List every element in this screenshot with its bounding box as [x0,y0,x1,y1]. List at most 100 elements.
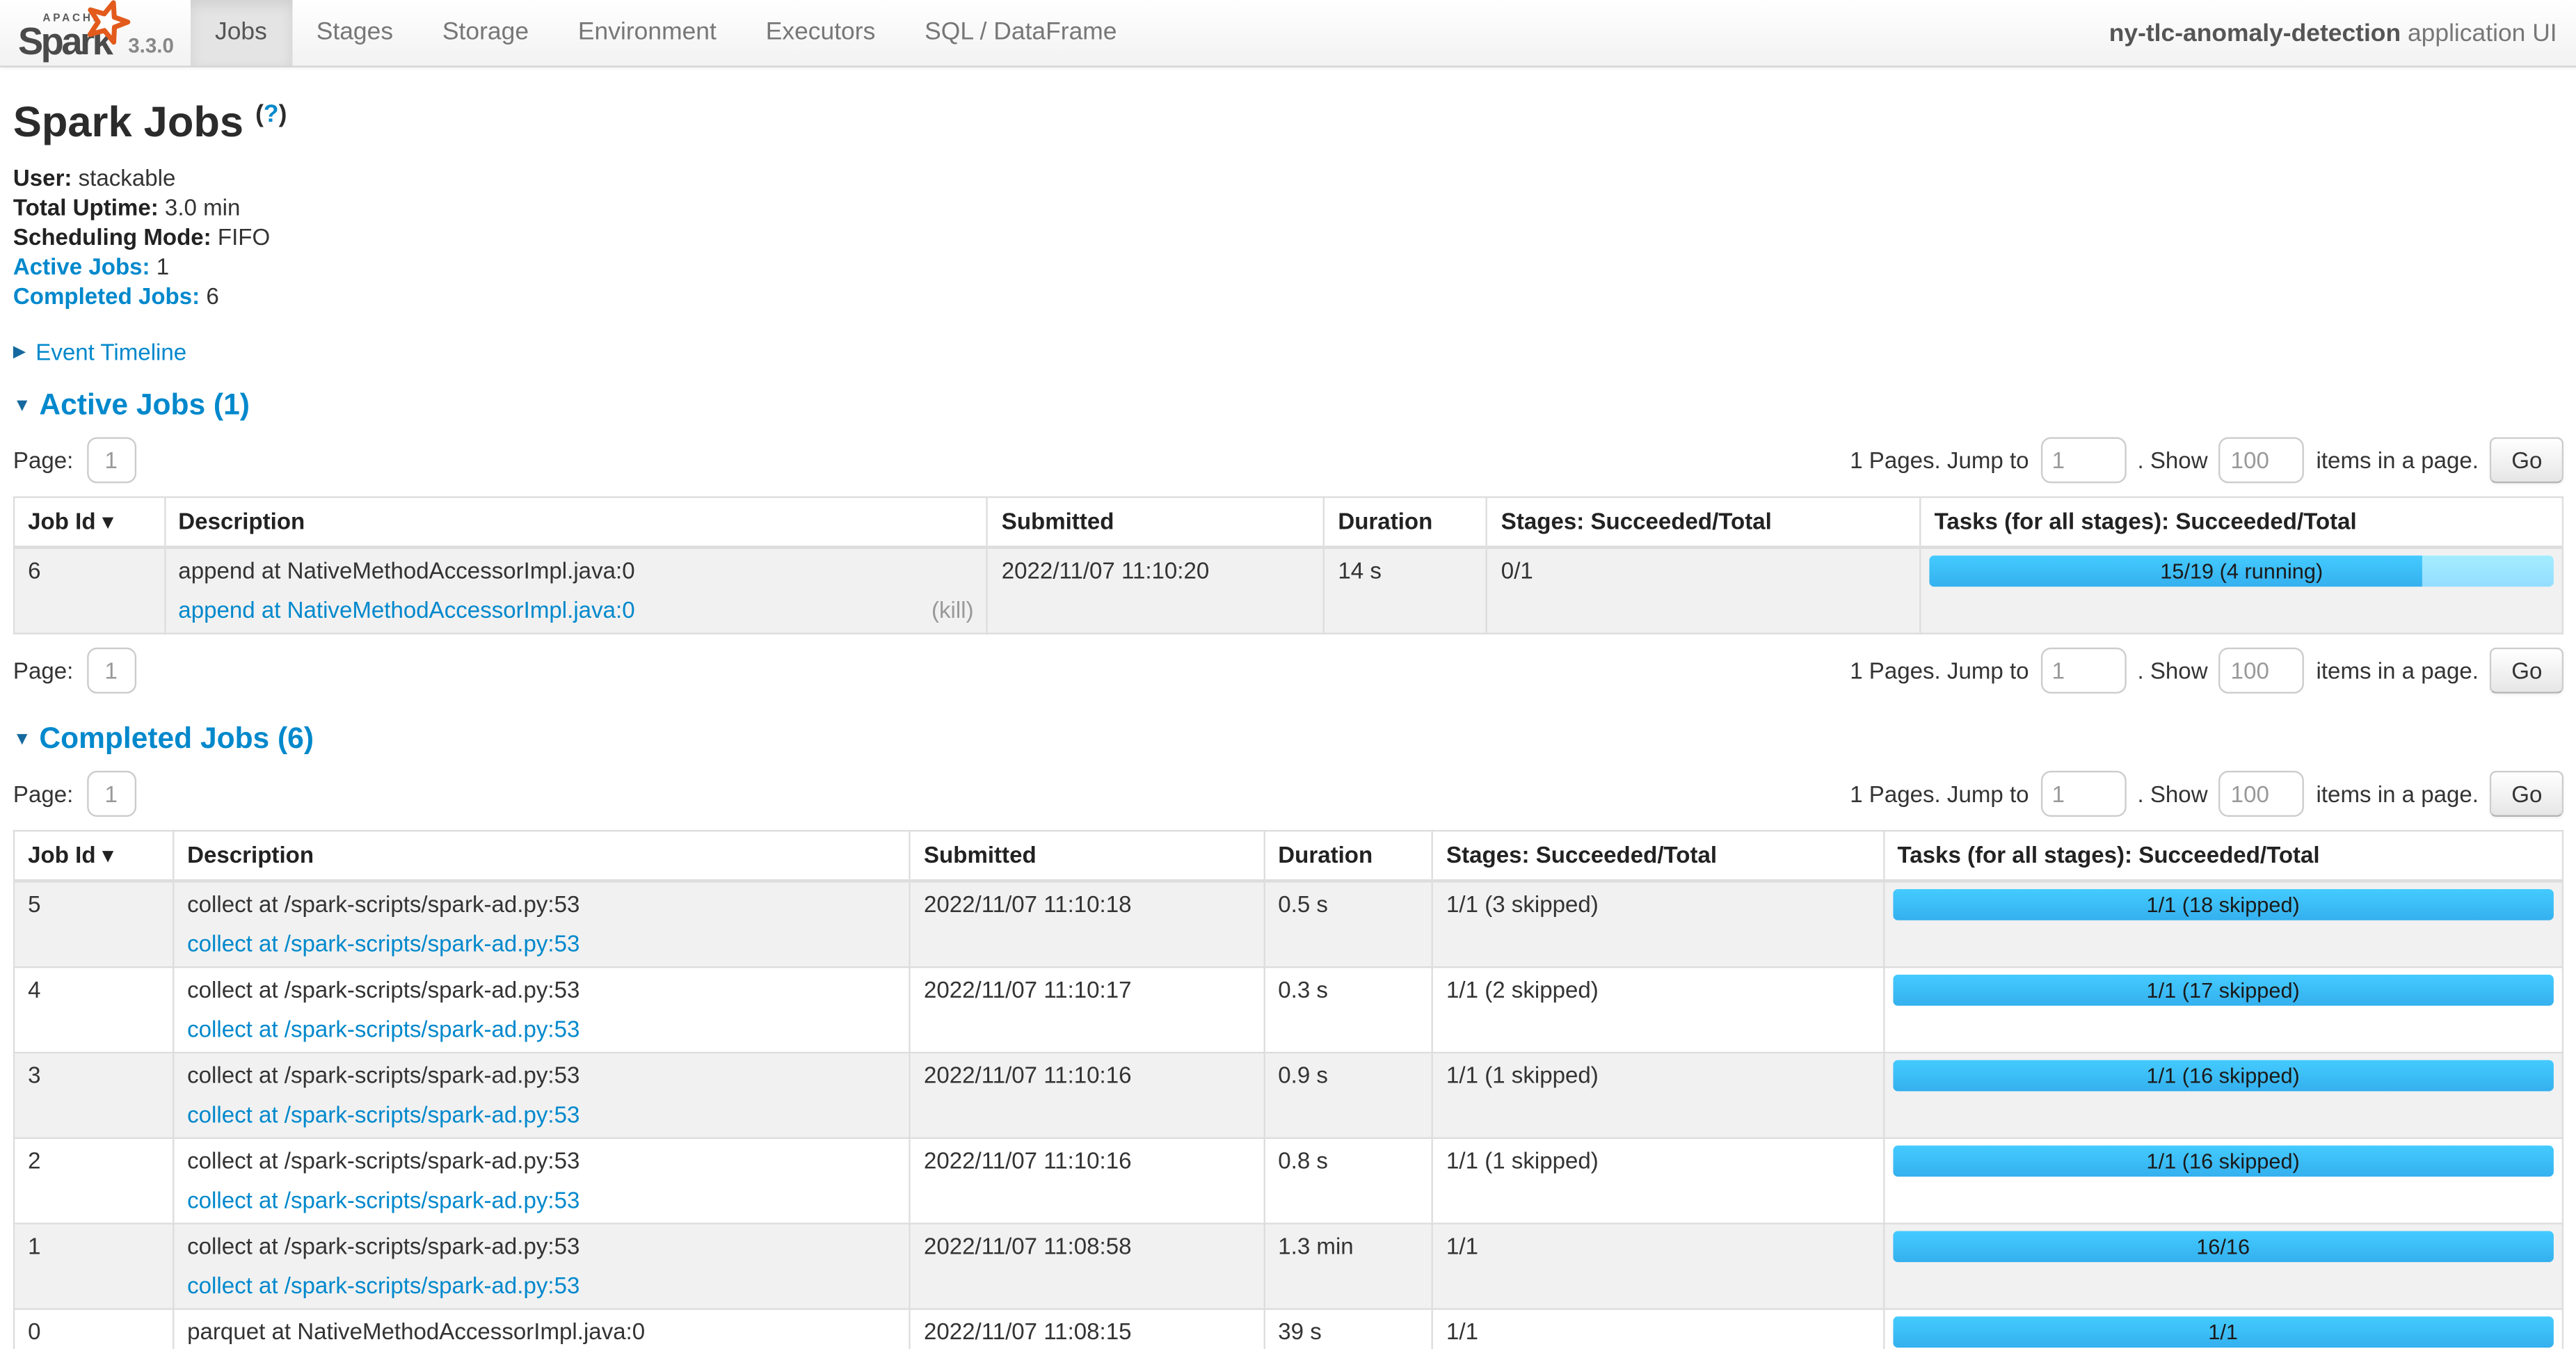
column-header-duration[interactable]: Duration [1264,831,1432,881]
show-label: . Show [2137,781,2207,807]
job-description-link[interactable]: append at NativeMethodAccessorImpl.java:… [178,596,634,624]
summary-item-scheduling-mode: Scheduling Mode: FIFO [13,222,2563,252]
page-input[interactable] [86,648,136,694]
job-description-cell: append at NativeMethodAccessorImpl.java:… [164,548,987,634]
job-description-link[interactable]: collect at /spark-scripts/spark-ad.py:53 [187,1016,579,1044]
active-jobs-header[interactable]: ▼Active Jobs (1) [13,386,2563,424]
expanded-arrow-icon: ▼ [13,730,31,749]
summary-link-completed-jobs[interactable]: Completed Jobs: [13,282,200,309]
summary-item-completed-jobs: Completed Jobs: 6 [13,281,2563,311]
go-button[interactable]: Go [2490,648,2564,694]
job-id-cell: 5 [14,881,173,967]
progress-label: 16/16 [1892,1231,2554,1262]
job-tasks-cell: 1/1 [1883,1309,2562,1349]
job-submitted-cell: 2022/11/07 11:10:16 [910,1138,1264,1224]
column-header-duration[interactable]: Duration [1324,497,1487,548]
show-count-input[interactable] [2219,771,2305,817]
nav-item-stages[interactable]: Stages [291,0,417,65]
column-header-tasks[interactable]: Tasks (for all stages): Succeeded/Total [1921,497,2563,548]
column-header-job-id[interactable]: Job Id ▾ [14,497,164,548]
page-input[interactable] [86,437,136,483]
job-duration-cell: 14 s [1324,548,1487,634]
summary-item-total-uptime: Total Uptime: 3.0 min [13,192,2563,222]
active-jobs-table-body: 6 append at NativeMethodAccessorImpl.jav… [14,548,2563,634]
job-description-link[interactable]: collect at /spark-scripts/spark-ad.py:53 [187,930,579,958]
job-id-cell: 3 [14,1053,173,1138]
job-description-cell: collect at /spark-scripts/spark-ad.py:53… [173,1053,910,1138]
nav-item-environment[interactable]: Environment [553,0,741,65]
job-row-3: 3 collect at /spark-scripts/spark-ad.py:… [14,1053,2563,1138]
job-description-link[interactable]: collect at /spark-scripts/spark-ad.py:53 [187,1101,579,1129]
job-duration-cell: 39 s [1264,1309,1432,1349]
job-row-6: 6 append at NativeMethodAccessorImpl.jav… [14,548,2563,634]
nav-menu: JobsStagesStorageEnvironmentExecutorsSQL… [191,0,1142,65]
spark-logo: APACHE Spark [17,3,122,63]
column-header-stages[interactable]: Stages: Succeeded/Total [1487,497,1921,548]
job-stages-cell: 1/1 (2 skipped) [1432,967,1883,1053]
column-header-description[interactable]: Description [164,497,987,548]
column-header-tasks[interactable]: Tasks (for all stages): Succeeded/Total [1883,831,2562,881]
active-jobs-table: Job Id ▾DescriptionSubmittedDurationStag… [13,496,2563,634]
total-pages-label: 1 Pages. Jump to [1850,781,2029,807]
active-jobs-table-header: Job Id ▾DescriptionSubmittedDurationStag… [14,497,2563,548]
show-label: . Show [2137,657,2207,684]
job-description-cell: collect at /spark-scripts/spark-ad.py:53… [173,967,910,1053]
expanded-arrow-icon: ▼ [13,396,31,415]
main-content: Spark Jobs (?) User: stackableTotal Upti… [0,90,2576,1349]
summary-item-user: User: stackable [13,163,2563,193]
job-stages-cell: 1/1 (1 skipped) [1432,1053,1883,1138]
completed-jobs-header[interactable]: ▼Completed Jobs (6) [13,720,2563,758]
nav-item-jobs[interactable]: Jobs [191,0,292,65]
job-stages-cell: 1/1 (1 skipped) [1432,1138,1883,1224]
show-count-input[interactable] [2219,648,2305,694]
job-tasks-cell: 1/1 (16 skipped) [1883,1053,2562,1138]
job-row-5: 5 collect at /spark-scripts/spark-ad.py:… [14,881,2563,967]
jump-to-input[interactable] [2040,437,2126,483]
nav-item-sql-dataframe[interactable]: SQL / DataFrame [900,0,1142,65]
job-description-link[interactable]: collect at /spark-scripts/spark-ad.py:53 [187,1187,579,1215]
job-description-link[interactable]: collect at /spark-scripts/spark-ad.py:53 [187,1272,579,1300]
go-button[interactable]: Go [2490,771,2564,817]
summary-label-total-uptime: Total Uptime: [13,194,159,221]
job-stages-cell: 1/1 [1432,1309,1883,1349]
go-button[interactable]: Go [2490,437,2564,483]
tasks-progress-bar: 1/1 (16 skipped) [1892,1060,2554,1092]
progress-label: 1/1 (16 skipped) [1892,1145,2554,1176]
column-header-description[interactable]: Description [173,831,910,881]
job-description: collect at /spark-scripts/spark-ad.py:53 [187,1062,896,1089]
jump-to-input[interactable] [2040,771,2126,817]
nav-item-executors[interactable]: Executors [741,0,899,65]
spark-star-icon [82,0,131,48]
page-title: Spark Jobs (?) [13,90,2563,146]
nav-item-storage[interactable]: Storage [417,0,553,65]
tasks-progress-bar: 1/1 (16 skipped) [1892,1145,2554,1176]
help-link[interactable]: (?) [255,100,287,128]
column-header-submitted[interactable]: Submitted [988,497,1325,548]
summary-link-active-jobs[interactable]: Active Jobs: [13,253,150,280]
job-submitted-cell: 2022/11/07 11:10:17 [910,967,1264,1053]
tasks-progress-bar: 1/1 (17 skipped) [1892,975,2554,1006]
page-input[interactable] [86,771,136,817]
completed-jobs-table: Job Id ▾DescriptionSubmittedDurationStag… [13,830,2563,1349]
pagination: Page: 1 Pages. Jump to . Show items in a… [13,648,2563,694]
column-header-job-id[interactable]: Job Id ▾ [14,831,173,881]
kill-link[interactable]: (kill) [931,596,974,624]
job-submitted-cell: 2022/11/07 11:08:15 [910,1309,1264,1349]
job-stages-cell: 0/1 [1487,548,1921,634]
page-label: Page: [13,657,73,684]
completed-jobs-table-body: 5 collect at /spark-scripts/spark-ad.py:… [14,881,2563,1349]
progress-label: 1/1 [1892,1316,2554,1348]
column-header-submitted[interactable]: Submitted [910,831,1264,881]
summary-list: User: stackableTotal Uptime: 3.0 minSche… [13,163,2563,311]
spark-brand[interactable]: APACHE Spark 3.3.0 [0,0,191,65]
event-timeline-toggle[interactable]: ▶ Event Timeline [13,339,2563,365]
event-timeline-link[interactable]: Event Timeline [35,339,186,365]
job-stages-cell: 1/1 [1432,1224,1883,1309]
jump-to-input[interactable] [2040,648,2126,694]
job-description: collect at /spark-scripts/spark-ad.py:53 [187,891,896,918]
progress-label: 15/19 (4 running) [1930,555,2554,586]
column-header-stages[interactable]: Stages: Succeeded/Total [1432,831,1883,881]
show-count-input[interactable] [2219,437,2305,483]
question-mark-icon: ? [264,100,279,128]
page-label: Page: [13,447,73,474]
